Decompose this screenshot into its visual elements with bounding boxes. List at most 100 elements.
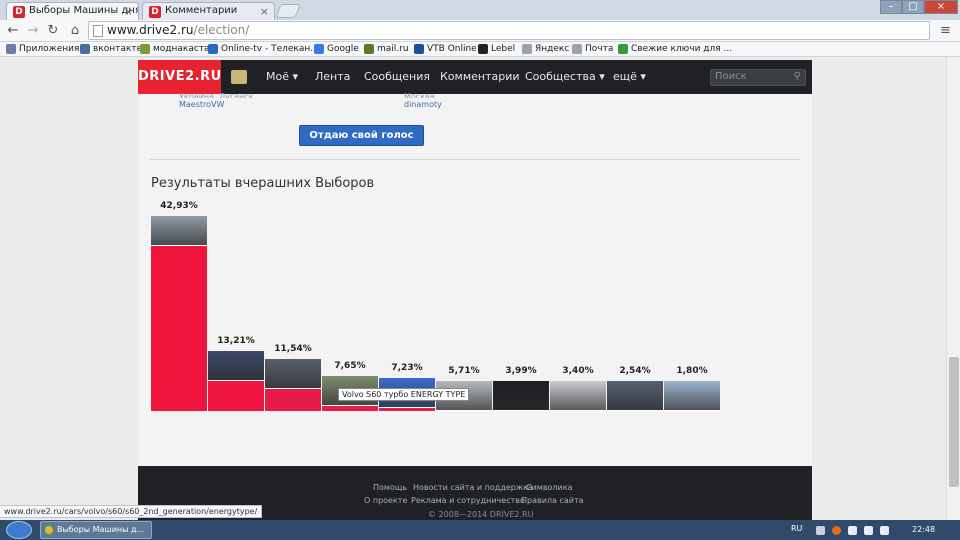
search-icon[interactable]: ⚲	[794, 71, 801, 82]
bookmark-label: Яндекс	[535, 44, 570, 54]
car-thumbnail[interactable]	[151, 216, 207, 246]
window-minimize-button[interactable]: –	[880, 0, 902, 14]
nav-messages[interactable]: Сообщения	[364, 60, 430, 94]
bookmark-label: mail.ru	[377, 44, 409, 54]
result-bar[interactable]	[208, 381, 264, 411]
drive2-favicon-icon: D	[149, 6, 161, 18]
results-title: Результаты вчерашних Выборов	[151, 176, 375, 191]
bookmark-favicon-icon	[364, 44, 374, 54]
window-maximize-button[interactable]: □	[902, 0, 924, 14]
vote-button[interactable]: Отдаю свой голос	[299, 125, 424, 146]
nav-my[interactable]: Моё ▾	[266, 60, 298, 94]
scrollbar-thumb[interactable]	[949, 357, 959, 487]
bookmark-item[interactable]: вконтакте	[80, 43, 142, 56]
bar-percent-label: 11,54%	[274, 344, 312, 354]
bookmark-item[interactable]: Приложения	[6, 43, 79, 56]
bookmarks-bar: Приложения вконтакте моднакаста Online-tv -…	[0, 42, 960, 57]
bookmark-item[interactable]: Свежие ключи для ...	[618, 43, 732, 56]
browser-tab-strip: D Выборы Машины дня × D Комментарии × – …	[0, 0, 960, 20]
result-bar[interactable]	[151, 246, 207, 411]
footer-link-news[interactable]: Новости сайта и поддержка	[413, 483, 533, 492]
bookmark-favicon-icon	[314, 44, 324, 54]
bar-percent-label: 3,40%	[562, 366, 594, 376]
result-bar[interactable]	[265, 389, 321, 411]
site-header: DRIVE2.RU Моё ▾ Лента Сообщения Комментарии…	[138, 60, 812, 94]
voter-link[interactable]: MaestroVW	[179, 100, 224, 109]
browser-toolbar: ← → ↻ ⌂ www.drive2.ru/election/ ≡	[0, 20, 960, 42]
address-bar[interactable]: www.drive2.ru/election/	[88, 21, 930, 40]
nav-feed[interactable]: Лента	[315, 60, 350, 94]
bookmark-label: вконтакте	[93, 44, 143, 54]
bookmark-item[interactable]: Lebel	[478, 43, 515, 56]
car-thumbnail[interactable]	[493, 381, 549, 411]
result-bar[interactable]	[379, 408, 435, 411]
bookmark-favicon-icon	[572, 44, 582, 54]
keyboard-language[interactable]: RU	[791, 524, 802, 533]
tab-title: Комментарии	[165, 5, 238, 16]
bookmark-favicon-icon	[478, 44, 488, 54]
footer-link-about[interactable]: О проекте	[364, 496, 407, 505]
reload-icon[interactable]: ↻	[44, 22, 62, 40]
bookmark-item[interactable]: Google	[314, 43, 359, 56]
bar-percent-label: 3,99%	[505, 366, 537, 376]
car-thumbnail[interactable]	[208, 351, 264, 381]
bookmark-label: Lebel	[491, 44, 516, 54]
tray-alert-icon[interactable]	[832, 526, 841, 535]
car-thumbnail[interactable]	[607, 381, 663, 411]
back-arrow-icon[interactable]: ←	[4, 22, 22, 40]
voter-location: Украина, Луганск	[179, 92, 254, 98]
new-tab-button[interactable]	[275, 4, 301, 18]
search-input[interactable]: Поиск ⚲	[710, 69, 806, 86]
close-tab-icon[interactable]: ×	[260, 5, 269, 18]
bookmark-label: Google	[327, 44, 359, 54]
nav-more[interactable]: ещё ▾	[613, 60, 646, 94]
result-bar[interactable]	[322, 406, 378, 411]
site-logo[interactable]: DRIVE2.RU	[138, 60, 221, 94]
browser-menu-icon[interactable]: ≡	[940, 23, 951, 38]
bookmark-item[interactable]: Яндекс	[522, 43, 569, 56]
bookmark-favicon-icon	[618, 44, 628, 54]
bookmark-item[interactable]: моднакаста	[140, 43, 210, 56]
window-close-button[interactable]: ×	[924, 0, 958, 14]
volume-icon[interactable]	[864, 526, 873, 535]
bookmark-item[interactable]: VTB Online	[414, 43, 477, 56]
voter-link[interactable]: dinamoty	[404, 100, 442, 109]
chrome-icon	[44, 525, 54, 535]
forward-arrow-icon[interactable]: →	[24, 22, 42, 40]
network-icon[interactable]	[880, 526, 889, 535]
taskbar-window-title: Выборы Машины д...	[57, 525, 145, 534]
election-content: Украина, Луганск MaestroVW Москва dinamo…	[138, 92, 812, 466]
footer-link-help[interactable]: Помощь	[373, 483, 407, 492]
taskbar-chrome-window[interactable]: Выборы Машины д...	[40, 521, 152, 539]
close-tab-icon[interactable]: ×	[124, 5, 133, 18]
footer-link-symbols[interactable]: Символика	[526, 483, 572, 492]
bookmark-item[interactable]: mail.ru	[364, 43, 409, 56]
tray-arrow-icon[interactable]	[816, 526, 825, 535]
bar-percent-label: 7,65%	[334, 361, 366, 371]
bookmark-favicon-icon	[522, 44, 532, 54]
bookmark-label: Почта	[585, 44, 614, 54]
page-scrollbar[interactable]	[946, 57, 960, 520]
bookmark-favicon-icon	[6, 44, 16, 54]
tab-elections[interactable]: D Выборы Машины дня ×	[6, 2, 139, 20]
url-path: /election/	[193, 23, 250, 37]
bar-percent-label: 5,71%	[448, 366, 480, 376]
bar-percent-label: 13,21%	[217, 336, 255, 346]
footer-link-ads[interactable]: Реклама и сотрудничество	[411, 496, 525, 505]
car-thumbnail[interactable]	[265, 359, 321, 389]
tab-comments[interactable]: D Комментарии ×	[142, 2, 275, 20]
bar-percent-label: 42,93%	[160, 201, 198, 211]
bookmark-label: моднакаста	[153, 44, 210, 54]
home-icon[interactable]: ⌂	[66, 22, 84, 40]
start-button[interactable]	[6, 521, 32, 539]
car-thumbnail[interactable]	[550, 381, 606, 411]
bookmark-item[interactable]: Online-tv - Телекан...	[208, 43, 319, 56]
drive2-favicon-icon: D	[13, 6, 25, 18]
nav-comments[interactable]: Комментарии	[440, 60, 520, 94]
notebook-icon[interactable]	[231, 70, 247, 84]
car-thumbnail[interactable]	[664, 381, 720, 411]
nav-communities[interactable]: Сообщества ▾	[525, 60, 605, 94]
tray-flag-icon[interactable]	[848, 526, 857, 535]
footer-link-rules[interactable]: Правила сайта	[521, 496, 584, 505]
bookmark-item[interactable]: Почта	[572, 43, 613, 56]
